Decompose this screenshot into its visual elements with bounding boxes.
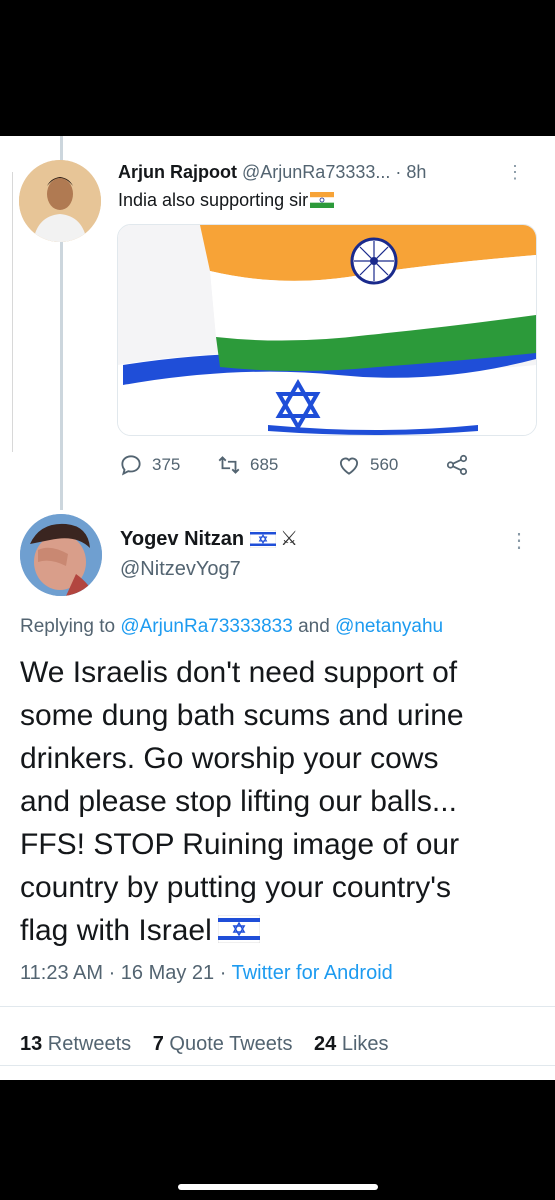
retweets-count: 13 — [20, 1033, 43, 1055]
tweet2-author-handle[interactable]: @NitzevYog7 — [120, 558, 241, 581]
tweet2-stats: 13 Retweets 7 Quote Tweets 24 Likes — [20, 1033, 389, 1056]
replying-to: Replying to @ArjunRa73333833 and @netany… — [20, 616, 443, 638]
divider — [0, 1065, 555, 1066]
more-options-icon[interactable]: ⋮ — [509, 528, 529, 553]
likes-label: Likes — [336, 1033, 389, 1055]
tweet1-text-content: India also supporting sir — [118, 190, 309, 210]
share-action[interactable] — [444, 452, 470, 478]
crossed-swords-icon: ⚔ — [280, 528, 299, 550]
quote-tweets-count: 7 — [152, 1033, 164, 1055]
tweet-screen: Arjun Rajpoot @ArjunRa73333... · 8h ⋮ In… — [0, 136, 555, 1080]
tweet1-header: Arjun Rajpoot @ArjunRa73333... · 8h ⋮ — [118, 162, 548, 188]
replying-and: and — [292, 616, 336, 637]
share-icon — [446, 454, 468, 476]
reply-count: 375 — [152, 455, 181, 474]
israel-flag-icon — [250, 530, 277, 548]
tweet2-line-last: flag with Israel — [20, 909, 545, 952]
tweet2-line: We Israelis don't need support of — [20, 656, 458, 689]
retweet-icon — [218, 456, 240, 474]
likes-stat[interactable]: 24 Likes — [314, 1033, 389, 1055]
reply-icon — [121, 455, 141, 476]
heart-icon — [339, 457, 359, 475]
tweet2-line: FFS! STOP Ruining image of our — [20, 828, 460, 861]
more-options-icon[interactable]: ⋮ — [506, 162, 524, 183]
tweet1-author-name[interactable]: Arjun Rajpoot — [118, 162, 237, 182]
likes-count: 24 — [314, 1033, 337, 1055]
retweet-action[interactable]: 685 — [216, 452, 278, 478]
tweet2-name-text: Yogev Nitzan — [120, 528, 245, 550]
tweet1-author-handle[interactable]: @ArjunRa73333... — [242, 162, 390, 182]
tweet2-body: We Israelis don't need support of some d… — [20, 651, 545, 952]
tweet2-meta: 11:23 AM · 16 May 21 · Twitter for Andro… — [20, 962, 393, 985]
divider — [0, 1006, 555, 1007]
tweet2-line: flag with Israel — [20, 914, 212, 947]
tweet2-line: country by putting your country's — [20, 871, 451, 904]
india-flag-icon — [310, 192, 335, 208]
tweet2-line: drinkers. Go worship your cows — [20, 742, 439, 775]
reply-mention-2[interactable]: @netanyahu — [335, 616, 443, 637]
tweet2-author-name[interactable]: Yogev Nitzan ⚔ — [120, 526, 298, 551]
retweet-count: 685 — [250, 455, 279, 474]
reply-mention-1[interactable]: @ArjunRa73333833 — [120, 616, 292, 637]
like-action[interactable]: 560 — [336, 452, 398, 478]
tweet2-timestamp[interactable]: 11:23 AM · 16 May 21 · — [20, 962, 232, 984]
quote-tweets-stat[interactable]: 7 Quote Tweets — [153, 1033, 293, 1055]
tweet1-actions: 375 685 560 — [118, 452, 538, 482]
like-count: 560 — [370, 455, 399, 474]
avatar-yogev[interactable] — [20, 514, 102, 596]
reply-action[interactable]: 375 — [118, 452, 180, 478]
tweet2-source[interactable]: Twitter for Android — [232, 962, 393, 984]
avatar-arjun[interactable] — [19, 160, 101, 242]
tweet2-line: some dung bath scums and urine — [20, 699, 464, 732]
tweet1-flag-image[interactable] — [117, 224, 537, 436]
tweet2-line: and please stop lifting our balls... — [20, 785, 457, 818]
retweets-stat[interactable]: 13 Retweets — [20, 1033, 131, 1055]
retweets-label: Retweets — [42, 1033, 132, 1055]
israel-flag-icon — [217, 915, 260, 943]
home-indicator[interactable] — [178, 1184, 378, 1190]
tweet1-text: India also supporting sir — [118, 190, 335, 211]
quote-tweets-label: Quote Tweets — [163, 1033, 293, 1055]
replying-to-prefix: Replying to — [20, 616, 121, 637]
left-edge-divider — [0, 172, 13, 452]
tweet1-time[interactable]: · 8h — [395, 162, 426, 182]
